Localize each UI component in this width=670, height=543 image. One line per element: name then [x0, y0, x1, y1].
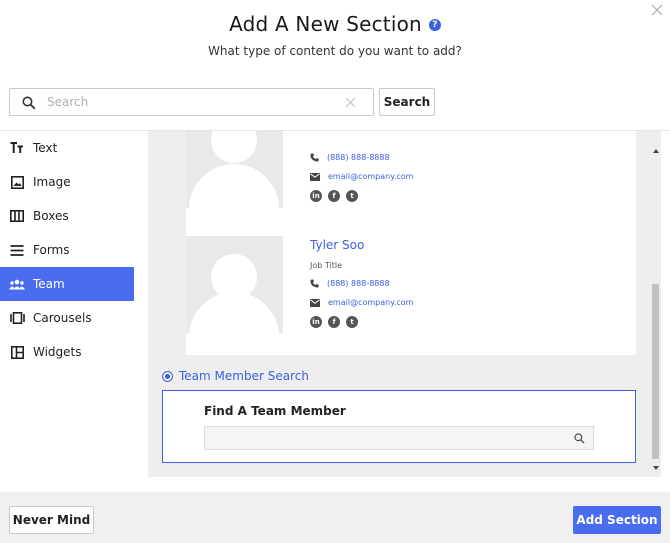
- preview-scrollbar[interactable]: [650, 131, 661, 477]
- add-section-button[interactable]: Add Section: [573, 506, 661, 534]
- email-row: email@company.com: [310, 172, 413, 181]
- phone-row: (888) 888-8888: [310, 279, 390, 288]
- scroll-thumb[interactable]: [652, 284, 659, 459]
- email-address[interactable]: email@company.com: [328, 298, 413, 307]
- mail-icon: [310, 298, 320, 307]
- team-member-search-preview[interactable]: Find A Team Member: [162, 390, 636, 463]
- facebook-icon[interactable]: f: [328, 316, 340, 328]
- sidebar-item-boxes[interactable]: Boxes: [0, 199, 134, 233]
- boxes-icon: [9, 208, 25, 224]
- email-row: email@company.com: [310, 298, 413, 307]
- team-preview-card: (888) 888-8888 email@company.com in f t …: [186, 131, 636, 355]
- phone-row: (888) 888-8888: [310, 153, 390, 162]
- member-name[interactable]: Tyler Soo: [310, 238, 364, 252]
- sidebar-item-label: Text: [33, 141, 58, 155]
- sidebar-item-label: Forms: [33, 243, 70, 257]
- sidebar-item-label: Image: [33, 175, 71, 189]
- radio-button[interactable]: [162, 370, 173, 382]
- search-button[interactable]: Search: [379, 88, 435, 116]
- member-job-title: Job Title: [310, 261, 343, 270]
- scroll-down-arrow[interactable]: [653, 466, 659, 470]
- facebook-icon[interactable]: f: [328, 190, 340, 202]
- dialog-title: Add A New Section: [229, 12, 422, 36]
- team-icon: [9, 276, 25, 292]
- widgets-icon: [9, 344, 25, 360]
- sidebar-item-forms[interactable]: Forms: [0, 233, 134, 267]
- dialog-footer: Never Mind Add Section: [0, 492, 670, 543]
- sidebar-item-team[interactable]: Team: [0, 267, 134, 301]
- mail-icon: [310, 172, 320, 181]
- sidebar-item-text[interactable]: Text: [0, 131, 134, 165]
- phone-icon: [310, 153, 319, 162]
- scroll-up-arrow[interactable]: [653, 149, 659, 153]
- sidebar-item-label: Team: [33, 277, 65, 291]
- carousel-icon: [9, 310, 25, 326]
- social-links: in f t: [310, 190, 364, 202]
- search-icon: [574, 433, 585, 444]
- avatar-placeholder: [186, 236, 283, 333]
- sidebar: Text Image Boxes Forms Team Carousels Wi…: [0, 131, 134, 369]
- dialog-header: Add A New Section?: [0, 12, 670, 36]
- phone-number[interactable]: (888) 888-8888: [327, 279, 390, 288]
- sidebar-item-image[interactable]: Image: [0, 165, 134, 199]
- twitter-icon[interactable]: t: [346, 190, 358, 202]
- linkedin-icon[interactable]: in: [310, 316, 322, 328]
- search-box: [9, 88, 374, 116]
- phone-number[interactable]: (888) 888-8888: [327, 153, 390, 162]
- sidebar-item-carousels[interactable]: Carousels: [0, 301, 134, 335]
- phone-icon: [310, 279, 319, 288]
- image-icon: [9, 174, 25, 190]
- social-links: in f t: [310, 316, 364, 328]
- email-address[interactable]: email@company.com: [328, 172, 413, 181]
- dialog-subtitle: What type of content do you want to add?: [208, 44, 462, 58]
- sidebar-item-label: Widgets: [33, 345, 82, 359]
- option-label: Team Member Search: [179, 369, 309, 383]
- sidebar-item-label: Boxes: [33, 209, 69, 223]
- forms-icon: [9, 242, 25, 258]
- avatar-placeholder: [186, 131, 283, 208]
- help-icon[interactable]: ?: [428, 19, 441, 31]
- text-format-icon: [9, 140, 25, 156]
- clear-search-icon[interactable]: [345, 97, 356, 108]
- search-icon: [22, 96, 36, 110]
- team-member-search-option[interactable]: Team Member Search: [162, 369, 309, 383]
- search-input[interactable]: [47, 93, 337, 111]
- linkedin-icon[interactable]: in: [310, 190, 322, 202]
- twitter-icon[interactable]: t: [346, 316, 358, 328]
- sidebar-item-label: Carousels: [33, 311, 92, 325]
- never-mind-button[interactable]: Never Mind: [9, 506, 94, 534]
- find-title: Find A Team Member: [204, 404, 346, 418]
- find-member-input[interactable]: [204, 426, 594, 450]
- sidebar-item-widgets[interactable]: Widgets: [0, 335, 134, 369]
